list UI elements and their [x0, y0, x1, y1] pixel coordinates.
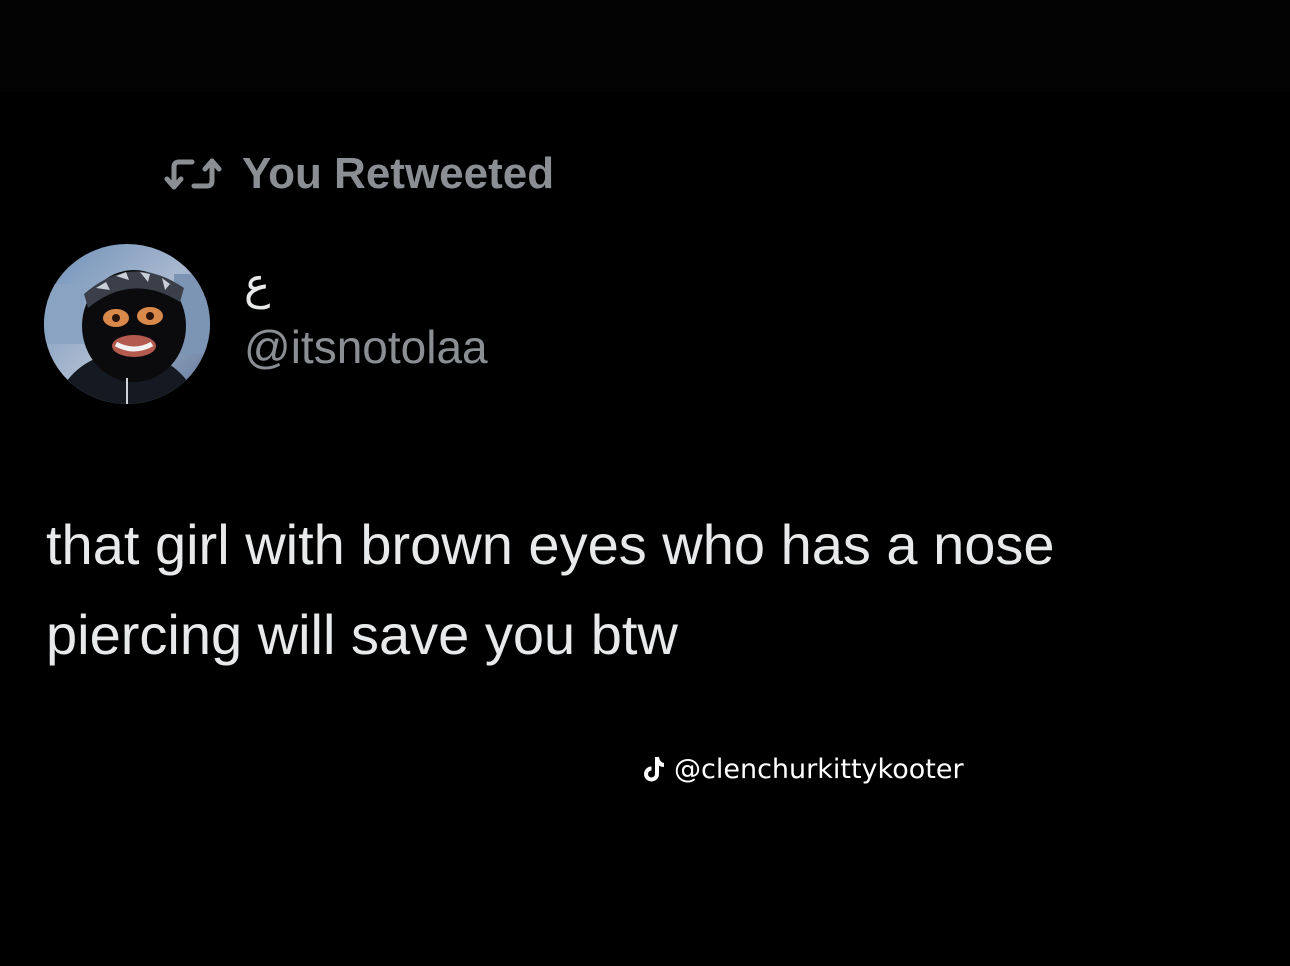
avatar[interactable] — [44, 244, 210, 404]
display-name[interactable]: ع — [244, 259, 488, 311]
retweet-icon — [164, 157, 224, 191]
watermark: @clenchurkittykooter — [642, 748, 964, 790]
tiktok-icon — [642, 754, 668, 784]
retweet-context: You Retweeted — [164, 148, 554, 200]
watermark-text: @clenchurkittykooter — [674, 753, 964, 785]
tweet-card[interactable]: You Retweeted ع @itsnotolaa that girl wi… — [0, 0, 1290, 966]
author-handle[interactable]: @itsnotolaa — [244, 319, 488, 375]
tweet-text: that girl with brown eyes who has a nose… — [46, 513, 1055, 666]
tweet-author[interactable]: ع @itsnotolaa — [44, 244, 488, 404]
author-names: ع @itsnotolaa — [244, 244, 488, 404]
retweet-label: You Retweeted — [242, 149, 555, 198]
